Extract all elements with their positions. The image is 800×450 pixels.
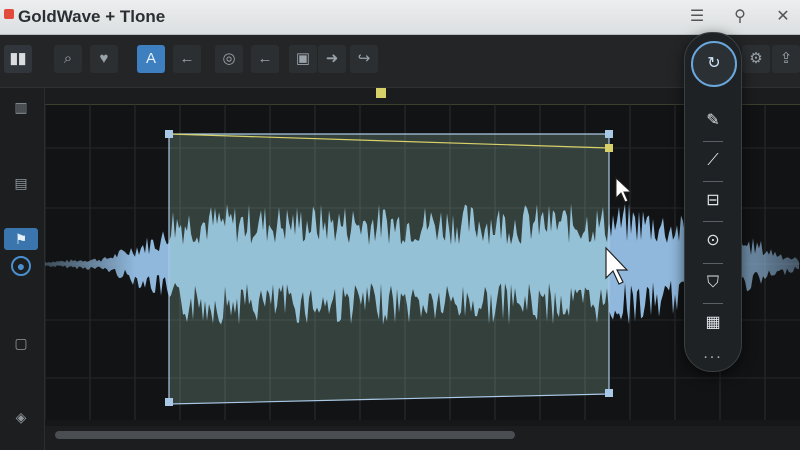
document-icon[interactable]: ▤ (10, 172, 32, 194)
back-icon[interactable]: ← (173, 45, 201, 73)
selection-handle-tl (165, 130, 173, 138)
tool-panel: ↻ ✎ ⟋ ⊟ ⊙ ⛉ ▦ ... (684, 32, 742, 372)
divider (703, 303, 723, 304)
divider (703, 263, 723, 264)
more-icon[interactable]: ... (685, 345, 741, 363)
window-title: GoldWave + Tlone (18, 7, 166, 26)
record-icon[interactable]: ◎ (215, 45, 243, 73)
left-rail: ▥ ▤ ⚑ ● ▢ ◈ (0, 88, 45, 450)
download-icon[interactable]: ⊙ (697, 225, 729, 257)
app-icon (4, 9, 14, 19)
file-icon[interactable]: ▣ (289, 45, 317, 73)
close-icon[interactable]: ✕ (770, 5, 796, 29)
curve-icon[interactable]: ↪ (350, 45, 378, 73)
main-toolbar: ▮▮ ⌕ ♥ A ← ◎ ← ▣ ➜ ↪ ⚙ ⇪ (0, 35, 800, 88)
maximize-icon[interactable]: ⚲ (727, 5, 753, 29)
logo-button[interactable]: ▮▮ (4, 45, 32, 73)
user-settings-icon[interactable]: ⚙ (742, 45, 770, 73)
minimize-icon[interactable]: ☰ (684, 5, 710, 29)
forward-icon[interactable]: ➜ (318, 45, 346, 73)
zoom-icon[interactable]: ⌕ (54, 45, 82, 73)
line-icon[interactable]: ⟋ (697, 145, 729, 177)
divider (703, 181, 723, 182)
selection-region (168, 133, 610, 405)
chat-icon[interactable]: ▢ (10, 332, 32, 354)
clip-icon[interactable]: ⊟ (697, 185, 729, 217)
refresh-icon[interactable]: ↻ (691, 41, 737, 87)
shield-icon[interactable]: ⛉ (697, 267, 729, 299)
title-bar: GoldWave + Tlone ☰ ⚲ ✕ (0, 0, 800, 35)
pointer-cursor-small (615, 176, 633, 203)
selection-handle-bl (165, 398, 173, 406)
divider (703, 221, 723, 222)
envelope-handle (605, 144, 613, 152)
playhead-marker (376, 88, 386, 98)
divider (703, 141, 723, 142)
selection-handle-br (605, 389, 613, 397)
grid-icon[interactable]: ▦ (697, 307, 729, 339)
target-icon[interactable]: ● (11, 256, 31, 276)
share-icon[interactable]: ⇪ (772, 45, 800, 73)
save-icon[interactable]: ▥ (10, 96, 32, 118)
favorite-icon[interactable]: ♥ (90, 45, 118, 73)
marker-icon[interactable]: ⚑ (4, 228, 38, 250)
left-arrow-icon[interactable]: ← (251, 45, 279, 73)
pencil-icon[interactable]: ✎ (697, 105, 729, 137)
text-tool-button[interactable]: A (137, 45, 165, 73)
selection-handle-tr (605, 130, 613, 138)
layers-icon[interactable]: ◈ (10, 406, 32, 428)
horizontal-scrollbar[interactable] (55, 431, 515, 439)
